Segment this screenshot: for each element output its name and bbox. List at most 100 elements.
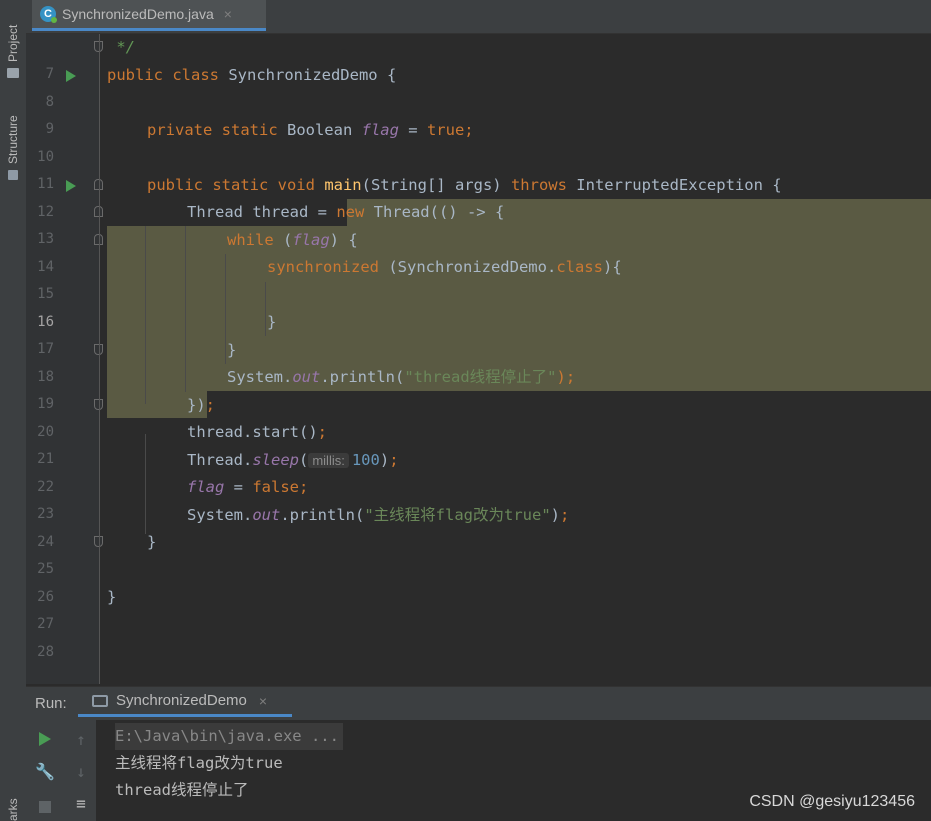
console-line: 主线程将flag改为true bbox=[115, 754, 283, 772]
wrench-icon: 🔧 bbox=[35, 761, 55, 781]
code-line-20: 20 }); bbox=[26, 392, 931, 440]
code-token: ; bbox=[317, 423, 327, 441]
code-token: flag bbox=[361, 121, 399, 139]
editor-tab-bar: C SynchronizedDemo.java × bbox=[26, 0, 931, 34]
editor-tab-synchronizeddemo[interactable]: C SynchronizedDemo.java × bbox=[32, 0, 266, 31]
code-token: ( bbox=[299, 451, 309, 469]
code-token: out bbox=[252, 506, 281, 524]
code-line-19: 19 System.out.println("thread线程停止了"); bbox=[26, 364, 931, 412]
code-token: Thread(() -> { bbox=[373, 203, 505, 221]
scroll-up-button[interactable]: ↑ bbox=[70, 728, 92, 750]
code-token: */ bbox=[107, 38, 135, 56]
watermark: CSDN @gesiyu123456 bbox=[749, 793, 915, 810]
structure-tool-tab[interactable]: Structure bbox=[3, 98, 23, 180]
code-token: (String[] args) bbox=[361, 176, 511, 194]
code-line-15: 15 synchronized (SynchronizedDemo.class)… bbox=[26, 254, 931, 302]
code-token: while bbox=[227, 231, 283, 249]
code-token: public class bbox=[107, 66, 229, 84]
code-token: ){ bbox=[602, 258, 622, 276]
arrow-up-icon: ↑ bbox=[76, 729, 86, 749]
code-token: .println( bbox=[320, 368, 405, 386]
scroll-down-button[interactable]: ↓ bbox=[70, 760, 92, 782]
code-line-26: 26 bbox=[26, 557, 931, 605]
code-token: }) bbox=[187, 396, 206, 414]
code-token: .println( bbox=[280, 506, 365, 524]
code-token: Thread. bbox=[187, 451, 253, 469]
code-line-12: 12 public static void main(String[] args… bbox=[26, 172, 931, 220]
stop-button[interactable] bbox=[34, 796, 56, 818]
folder-icon bbox=[7, 68, 19, 78]
code-line-21: 21 thread.start(); bbox=[26, 419, 931, 467]
console-command-line: E:\Java\bin\java.exe ... bbox=[115, 723, 343, 750]
soft-wrap-button[interactable]: ≡ bbox=[70, 792, 92, 814]
code-token: = bbox=[398, 121, 427, 139]
code-token: ) bbox=[550, 506, 560, 524]
code-token: ; bbox=[560, 506, 570, 524]
code-line-22: 22 Thread.sleep(millis: 100); bbox=[26, 447, 931, 495]
run-gutter-icon[interactable] bbox=[66, 70, 76, 82]
code-token: ; bbox=[299, 478, 309, 496]
close-icon[interactable]: × bbox=[259, 693, 267, 709]
code-line-17: 17 } bbox=[26, 309, 931, 357]
close-icon[interactable]: × bbox=[224, 6, 232, 22]
code-token: } bbox=[267, 313, 277, 331]
code-token: main bbox=[324, 176, 362, 194]
play-icon bbox=[39, 732, 51, 746]
code-token: private static bbox=[147, 121, 287, 139]
arrow-down-icon: ↓ bbox=[76, 761, 86, 781]
run-gutter-icon[interactable] bbox=[66, 180, 76, 192]
stop-icon bbox=[39, 801, 51, 813]
code-token: ; bbox=[389, 451, 399, 469]
code-token: } bbox=[227, 341, 237, 359]
run-tab-name: SynchronizedDemo bbox=[116, 692, 247, 709]
code-line-13: 13 Thread thread = new Thread(() -> { bbox=[26, 199, 931, 247]
editor-tab-filename: SynchronizedDemo.java bbox=[62, 6, 214, 22]
code-line-11: 11 bbox=[26, 144, 931, 192]
code-token: false bbox=[252, 478, 299, 496]
code-token: = bbox=[224, 478, 253, 496]
run-toolbar: ↑ 🔧 ↓ ≡ bbox=[26, 720, 96, 821]
code-token: SynchronizedDemo { bbox=[228, 66, 397, 84]
code-token: thread.start() bbox=[187, 423, 318, 441]
code-token: System. bbox=[227, 368, 293, 386]
code-token: ( bbox=[283, 231, 293, 249]
run-header: Run: SynchronizedDemo × bbox=[26, 687, 931, 720]
gutter-divider bbox=[99, 34, 100, 684]
bookmarks-tool-tab[interactable]: arks bbox=[3, 796, 23, 821]
run-tab-synchronizeddemo[interactable]: SynchronizedDemo × bbox=[78, 687, 292, 717]
code-line-9: 9 bbox=[26, 89, 931, 137]
code-token: Boolean bbox=[286, 121, 362, 139]
code-line-23: 23 flag = false; bbox=[26, 474, 931, 522]
code-line-7: 7 */ bbox=[26, 34, 931, 82]
code-line-27: 27 } bbox=[26, 584, 931, 632]
code-line-14: 14 while (flag) { bbox=[26, 227, 931, 275]
line-number: 28 bbox=[37, 644, 54, 660]
rerun-button[interactable] bbox=[34, 728, 56, 750]
code-token: ) bbox=[379, 451, 390, 469]
console-line: thread线程停止了 bbox=[115, 781, 249, 799]
code-token: flag bbox=[292, 231, 330, 249]
code-line-24: 24 System.out.println("主线程将flag改为true"); bbox=[26, 502, 931, 550]
code-line-18: 18 } bbox=[26, 337, 931, 385]
structure-tab-label: Structure bbox=[6, 115, 20, 164]
code-token: flag bbox=[187, 478, 225, 496]
code-token: ; bbox=[464, 121, 474, 139]
console-output[interactable]: E:\Java\bin\java.exe ... 主线程将flag改为true … bbox=[115, 723, 343, 804]
code-token: true bbox=[426, 121, 465, 139]
code-token: (SynchronizedDemo. bbox=[388, 258, 557, 276]
left-tool-sidebar: Project Structure arks bbox=[0, 0, 27, 821]
code-token: "主线程将flag改为true" bbox=[364, 506, 551, 524]
parameter-hint: millis: bbox=[308, 453, 349, 468]
code-line-8: 8 public class SynchronizedDemo { bbox=[26, 62, 931, 110]
project-tool-tab[interactable]: Project bbox=[3, 8, 23, 78]
bookmarks-tab-label: arks bbox=[6, 798, 20, 821]
code-editor[interactable]: 7 */ 8 public class SynchronizedDemo { 9… bbox=[26, 34, 931, 684]
code-token: Thread thread = bbox=[187, 203, 337, 221]
code-token: synchronized bbox=[267, 258, 389, 276]
structure-icon bbox=[8, 170, 18, 180]
code-line-16: 16 bbox=[26, 282, 931, 330]
code-token: throws bbox=[510, 176, 577, 194]
code-token: InterruptedException { bbox=[576, 176, 782, 194]
settings-button[interactable]: 🔧 bbox=[34, 760, 56, 782]
code-token: } bbox=[147, 533, 157, 551]
